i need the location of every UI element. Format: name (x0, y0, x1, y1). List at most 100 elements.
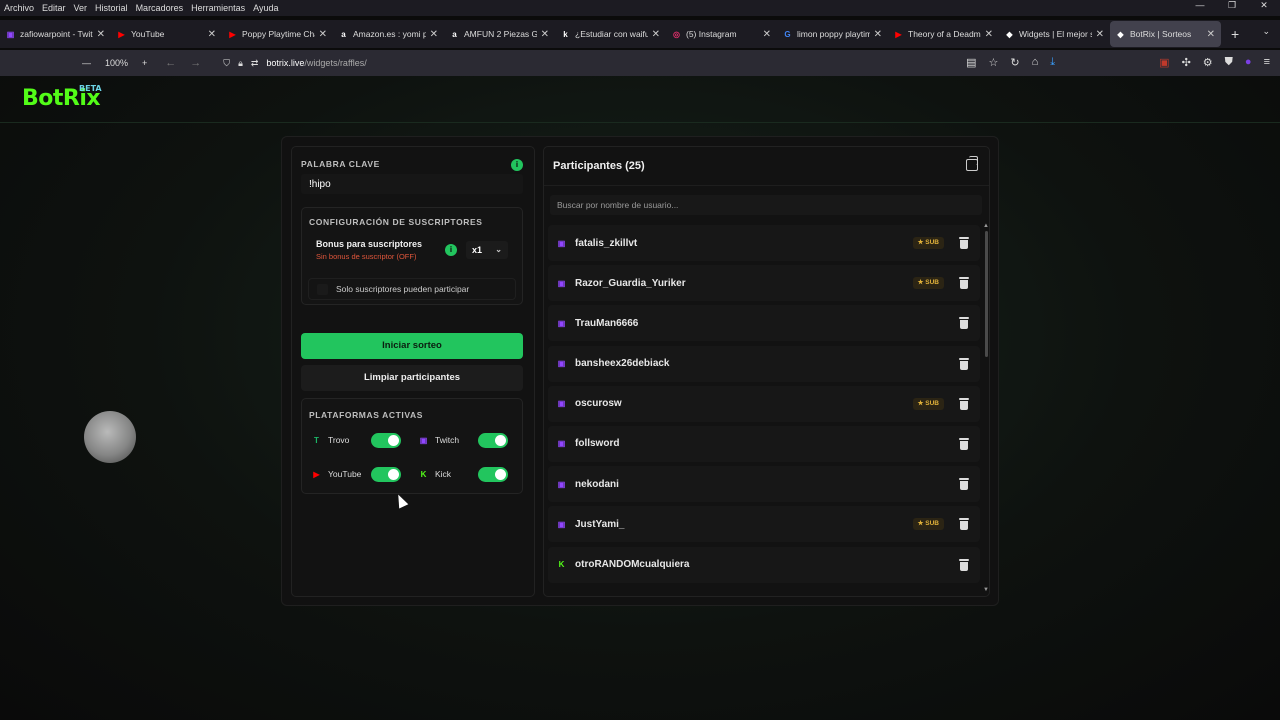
close-tab-icon[interactable]: ✕ (985, 29, 993, 40)
start-raffle-button[interactable]: Iniciar sorteo (301, 333, 523, 359)
keyword-info-icon[interactable]: i (511, 159, 523, 171)
list-item[interactable]: ▣ nekodani (548, 466, 980, 503)
participants-list: ▣ fatalis_zkillvt ★ SUB ▣ Razor_Guardia_Yuri… (548, 225, 980, 587)
participant-search-input[interactable] (550, 195, 982, 215)
zoom-in-button[interactable]: + (142, 58, 147, 68)
sub-badge: ★ SUB (912, 518, 944, 531)
scroll-down-icon[interactable]: ▼ (983, 587, 989, 593)
browser-tab[interactable]: a AMFUN 2 Piezas Guantes ✕ (444, 21, 555, 47)
back-arrow-icon[interactable]: ← (165, 57, 176, 69)
tab-list-chevron-icon[interactable]: ⌄ (1262, 26, 1270, 37)
close-tab-icon[interactable]: ✕ (1207, 29, 1215, 40)
trash-icon[interactable] (959, 397, 969, 410)
menu-ayuda[interactable]: Ayuda (253, 3, 278, 13)
zoom-level[interactable]: 100% (105, 58, 128, 68)
close-window-button[interactable]: ✕ (1248, 0, 1280, 16)
close-tab-icon[interactable]: ✕ (208, 29, 216, 40)
platform-name: Trovo (328, 435, 350, 445)
trash-icon[interactable] (959, 277, 969, 290)
close-tab-icon[interactable]: ✕ (541, 29, 549, 40)
list-item[interactable]: ▣ follsword (548, 425, 980, 462)
trash-icon[interactable] (959, 518, 969, 531)
browser-tab[interactable]: ◆ BotRix | Sorteos ✕ (1110, 21, 1221, 47)
twitch-icon: ▣ (557, 399, 566, 409)
keyword-input[interactable] (301, 174, 523, 194)
lock-icon[interactable]: 🔒︎ (238, 58, 243, 69)
menu-marcadores[interactable]: Marcadores (136, 3, 184, 13)
clear-participants-button[interactable]: Limpiar participantes (301, 365, 523, 391)
list-item[interactable]: ▣ TrauMan6666 (548, 305, 980, 342)
zoom-out-button[interactable]: — (82, 58, 91, 68)
scroll-up-icon[interactable]: ▲ (983, 223, 989, 229)
menu-editar[interactable]: Editar (42, 3, 66, 13)
restore-button[interactable]: ❐ (1216, 0, 1248, 16)
trash-icon[interactable] (959, 357, 969, 370)
settings-gear-icon[interactable]: ⚙ (1203, 56, 1213, 69)
only-subs-checkbox[interactable] (317, 283, 328, 295)
browser-tab[interactable]: ▣ zafiowarpoint - Twitch ✕ (0, 21, 111, 47)
home-icon[interactable]: ⌂ (1032, 56, 1039, 69)
botrix-logo[interactable]: BotRix BETA (22, 84, 102, 111)
trash-icon[interactable] (959, 437, 969, 450)
profile-icon[interactable]: ● (1245, 56, 1252, 69)
header-divider (0, 122, 1280, 123)
trash-icon[interactable] (959, 237, 969, 249)
bookmark-star-icon[interactable]: ☆ (989, 56, 999, 69)
browser-tab[interactable]: ▶ Theory of a Deadman ✕ (888, 21, 999, 47)
menu-ver[interactable]: Ver (74, 3, 88, 13)
extension-badge-icon[interactable]: ▣ (1159, 56, 1169, 69)
list-item[interactable]: ▣ fatalis_zkillvt ★ SUB (548, 225, 980, 261)
list-item[interactable]: ▣ Razor_Guardia_Yuriker ★ SUB (548, 265, 980, 302)
browser-tab[interactable]: ◎ (5) Instagram ✕ (666, 21, 777, 47)
browser-tab[interactable]: ▶ Poppy Playtime Chapter ✕ (222, 21, 333, 47)
only-subs-checkbox-row[interactable]: Solo suscriptores pueden participar (308, 278, 516, 300)
new-tab-button[interactable]: + (1231, 26, 1239, 42)
hamburger-menu-icon[interactable]: ≡ (1264, 56, 1270, 69)
youtube-icon: ▶ (313, 469, 320, 479)
youtube-toggle[interactable] (371, 467, 401, 482)
tab-label: Poppy Playtime Chapter (242, 29, 315, 39)
list-item[interactable]: KotroRANDOMcualquiera (548, 546, 980, 583)
trovo-toggle[interactable] (371, 433, 401, 448)
reload-icon[interactable]: ↻ (1010, 56, 1019, 69)
shield-icon[interactable]: ⛉ (223, 58, 230, 69)
download-icon[interactable]: ⤓ (1050, 56, 1055, 69)
close-tab-icon[interactable]: ✕ (763, 29, 771, 40)
multiplier-select[interactable]: x1 ⌄ (466, 241, 508, 259)
menu-herramientas[interactable]: Herramientas (191, 3, 245, 13)
close-tab-icon[interactable]: ✕ (97, 29, 105, 40)
list-item[interactable]: ▣ oscurosw ★ SUB (548, 385, 980, 422)
list-item[interactable]: ▣ JustYami_ ★ SUB (548, 506, 980, 543)
youtube-icon: ▶ (229, 29, 236, 39)
browser-tab[interactable]: Glimon poppy playtime ✕ (777, 21, 888, 47)
keyword-label: PALABRA CLAVE (301, 159, 380, 169)
browser-tab[interactable]: ▶ YouTube ✕ (111, 21, 222, 47)
participants-scrollbar[interactable] (985, 231, 988, 357)
menu-historial[interactable]: Historial (95, 3, 128, 13)
close-tab-icon[interactable]: ✕ (652, 29, 660, 40)
trash-icon[interactable] (959, 558, 969, 571)
browser-tab[interactable]: ◆ Widgets | El mejor sitio ✕ (999, 21, 1110, 47)
close-tab-icon[interactable]: ✕ (319, 29, 327, 40)
forward-arrow-icon[interactable]: → (190, 57, 201, 69)
copy-icon[interactable] (966, 156, 978, 171)
bonus-info-icon[interactable]: i (445, 244, 457, 256)
reader-view-icon[interactable]: ▤ (966, 56, 976, 69)
kick-icon: K (420, 469, 427, 479)
trash-icon[interactable] (959, 478, 969, 491)
kick-toggle[interactable] (478, 467, 508, 482)
ublock-icon[interactable]: ⛊ (1225, 56, 1233, 69)
close-tab-icon[interactable]: ✕ (430, 29, 438, 40)
url-bar[interactable]: ⛉ 🔒︎ ⇄ botrix.live/widgets/raffles/ (223, 58, 367, 69)
extensions-icon[interactable]: ✣ (1182, 56, 1191, 69)
browser-tab[interactable]: a Amazon.es : yomi pe ✕ (333, 21, 444, 47)
twitch-toggle[interactable] (478, 433, 508, 448)
close-tab-icon[interactable]: ✕ (1096, 29, 1104, 40)
browser-tab[interactable]: k ¿Estudiar con waifus ✕ (555, 21, 666, 47)
list-item[interactable]: ▣ bansheex26debiack (548, 345, 980, 382)
close-tab-icon[interactable]: ✕ (874, 29, 882, 40)
menu-archivo[interactable]: Archivo (4, 3, 34, 13)
twitch-icon: ▣ (557, 318, 566, 328)
trash-icon[interactable] (959, 317, 969, 330)
minimize-button[interactable]: — (1184, 0, 1216, 16)
